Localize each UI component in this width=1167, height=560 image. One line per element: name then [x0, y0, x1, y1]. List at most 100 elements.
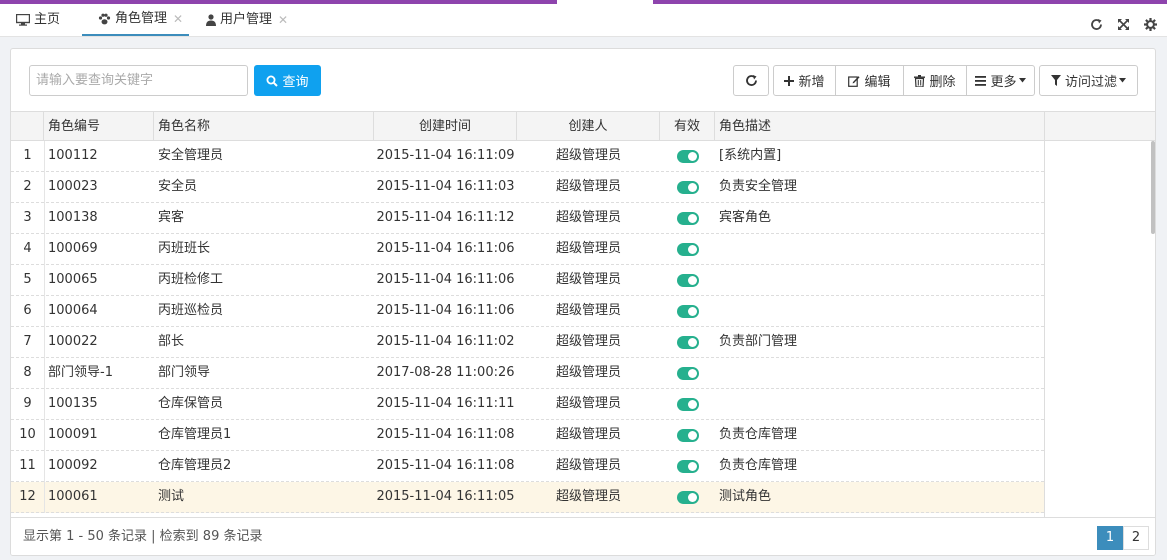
cell-name: 测试 — [158, 489, 185, 504]
refresh-icon[interactable] — [1090, 18, 1103, 31]
refresh-icon — [745, 74, 758, 87]
cell-code: 100061 — [48, 489, 98, 504]
row-number: 5 — [23, 272, 32, 287]
close-icon[interactable]: ✕ — [278, 4, 288, 36]
cell-name: 部长 — [158, 334, 185, 349]
tab-user-management[interactable]: 用户管理 ✕ — [206, 4, 288, 36]
table-header: 角色编号 角色名称 创建时间 创建人 有效 角色描述 — [11, 111, 1155, 141]
row-number: 1 — [23, 148, 32, 163]
row-number: 3 — [23, 210, 32, 225]
filter-icon — [1050, 75, 1061, 86]
header-valid[interactable]: 有效 — [660, 112, 715, 141]
valid-toggle[interactable] — [677, 429, 699, 442]
table-row[interactable]: 6 100064 丙班巡检员 2015-11-04 16:11:06 超级管理员 — [11, 296, 1044, 327]
header-creator[interactable]: 创建人 — [517, 112, 660, 141]
delete-button[interactable]: 删除 — [903, 65, 967, 96]
query-label: 查询 — [282, 75, 309, 90]
table-row[interactable]: 4 100069 丙班班长 2015-11-04 16:11:06 超级管理员 — [11, 234, 1044, 265]
tab-role-management[interactable]: 角色管理 ✕ — [82, 4, 189, 36]
valid-toggle[interactable] — [677, 305, 699, 318]
window-tools — [1090, 8, 1157, 40]
query-button[interactable]: 查询 — [254, 65, 321, 96]
table-row[interactable]: 9 100135 仓库保管员 2015-11-04 16:11:11 超级管理员 — [11, 389, 1044, 420]
vertical-scrollbar[interactable] — [1151, 141, 1155, 234]
cell-desc: 负责安全管理 — [719, 179, 798, 194]
header-time[interactable]: 创建时间 — [374, 112, 517, 141]
reload-button[interactable] — [733, 65, 769, 96]
cell-desc — [719, 265, 1039, 295]
row-number: 8 — [23, 365, 32, 380]
header-name[interactable]: 角色名称 — [154, 112, 374, 141]
valid-toggle[interactable] — [677, 336, 699, 349]
cell-time: 2015-11-04 16:11:03 — [376, 179, 515, 194]
cell-creator: 超级管理员 — [555, 365, 621, 380]
gear-icon[interactable] — [1144, 17, 1157, 31]
cell-name: 丙班巡检员 — [158, 303, 224, 318]
search-input[interactable] — [29, 65, 248, 96]
header-code[interactable]: 角色编号 — [44, 112, 154, 141]
table-row[interactable]: 2 100023 安全员 2015-11-04 16:11:03 超级管理员 负责安全管理 — [11, 172, 1044, 203]
cell-code: 100069 — [48, 241, 98, 256]
table-row[interactable]: 5 100065 丙班检修工 2015-11-04 16:11:06 超级管理员 — [11, 265, 1044, 296]
valid-toggle[interactable] — [677, 150, 699, 163]
cell-desc — [719, 234, 1039, 264]
edit-label: 编辑 — [864, 75, 891, 90]
cell-desc: 负责仓库管理 — [719, 458, 798, 473]
table-row[interactable]: 7 100022 部长 2015-11-04 16:11:02 超级管理员 负责部门管理 — [11, 327, 1044, 358]
cell-creator: 超级管理员 — [555, 241, 621, 256]
table-row[interactable]: 3 100138 宾客 2015-11-04 16:11:12 超级管理员 宾客角色 — [11, 203, 1044, 234]
header-desc[interactable]: 角色描述 — [715, 112, 1045, 141]
cell-desc: 测试角色 — [719, 489, 772, 504]
cell-time: 2015-11-04 16:11:06 — [376, 241, 515, 256]
cell-code: 100091 — [48, 427, 98, 442]
fullscreen-icon[interactable] — [1117, 18, 1130, 31]
cell-desc: 宾客角色 — [719, 210, 772, 225]
cell-creator: 超级管理员 — [555, 334, 621, 349]
cell-code: 部门领导-1 — [48, 365, 113, 380]
valid-toggle[interactable] — [677, 367, 699, 380]
trash-icon — [914, 74, 926, 87]
table-row[interactable]: 10 100091 仓库管理员1 2015-11-04 16:11:08 超级管理员 负责… — [11, 420, 1044, 451]
valid-toggle[interactable] — [677, 212, 699, 225]
cell-creator: 超级管理员 — [555, 179, 621, 194]
cell-name: 安全员 — [158, 179, 198, 194]
valid-toggle[interactable] — [677, 274, 699, 287]
valid-toggle[interactable] — [677, 491, 699, 504]
valid-toggle[interactable] — [677, 243, 699, 256]
valid-toggle[interactable] — [677, 460, 699, 473]
cell-time: 2015-11-04 16:11:08 — [376, 458, 515, 473]
tab-label: 用户管理 — [220, 12, 273, 27]
cell-desc: [系统内置] — [719, 148, 782, 163]
cell-time: 2017-08-28 11:00:26 — [376, 365, 515, 380]
add-button[interactable]: 新增 — [773, 65, 836, 96]
valid-toggle[interactable] — [677, 181, 699, 194]
record-info: 显示第 1 - 50 条记录 | 检索到 89 条记录 — [23, 529, 263, 544]
table-row[interactable]: 12 100061 测试 2015-11-04 16:11:05 超级管理员 测试角色 — [11, 482, 1044, 513]
table-row[interactable]: 1 100112 安全管理员 2015-11-04 16:11:09 超级管理员 [系统内… — [11, 141, 1044, 172]
caret-down-icon — [1119, 78, 1126, 83]
cell-time: 2015-11-04 16:11:11 — [376, 396, 515, 411]
valid-toggle[interactable] — [677, 398, 699, 411]
row-number: 12 — [19, 489, 36, 504]
header-rownum — [11, 112, 44, 141]
plus-icon — [784, 75, 795, 86]
row-number: 7 — [23, 334, 32, 349]
table-row[interactable]: 8 部门领导-1 部门领导 2017-08-28 11:00:26 超级管理员 — [11, 358, 1044, 389]
more-label: 更多 — [990, 75, 1017, 90]
access-filter-button[interactable]: 访问过滤 — [1039, 65, 1138, 96]
edit-button[interactable]: 编辑 — [835, 65, 904, 96]
cell-code: 100065 — [48, 272, 98, 287]
page-1-button[interactable]: 1 — [1097, 526, 1123, 550]
cell-name: 部门领导 — [158, 365, 211, 380]
page-2-button[interactable]: 2 — [1123, 526, 1149, 550]
caret-down-icon — [1018, 78, 1026, 83]
search-icon — [266, 75, 279, 87]
cell-code: 100112 — [48, 148, 98, 163]
cell-name: 宾客 — [158, 210, 185, 225]
close-icon[interactable]: ✕ — [173, 3, 183, 35]
cell-desc — [719, 389, 1039, 419]
tab-home[interactable]: 主页 — [16, 4, 60, 36]
cell-time: 2015-11-04 16:11:02 — [376, 334, 515, 349]
more-button[interactable]: 更多 — [966, 65, 1035, 96]
table-row[interactable]: 11 100092 仓库管理员2 2015-11-04 16:11:08 超级管理员 负责… — [11, 451, 1044, 482]
